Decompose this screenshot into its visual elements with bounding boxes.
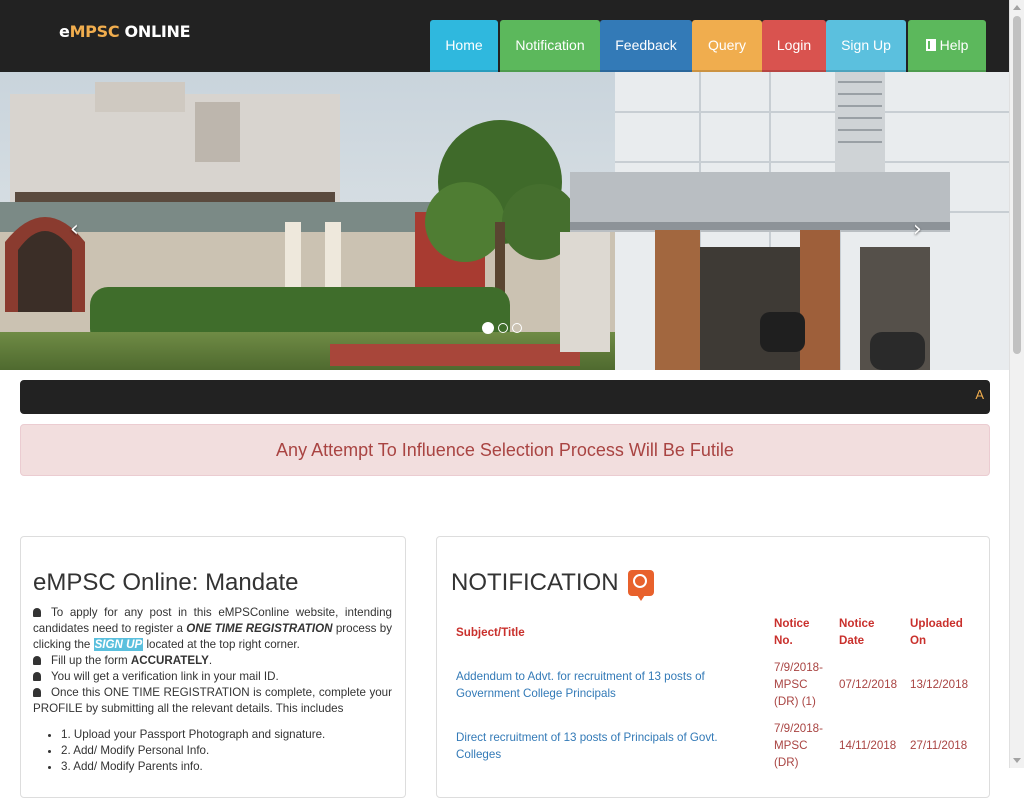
nav-notification-label: Notification xyxy=(515,37,585,53)
mandate-p3: You will get a verification link in your… xyxy=(51,670,279,683)
col-header-notice-date: Notice Date xyxy=(839,617,875,647)
notice-date-cell: 07/12/2018 xyxy=(839,678,898,691)
carousel-indicators xyxy=(482,322,522,334)
nav-feedback-label: Feedback xyxy=(615,37,677,53)
nav-query-label: Query xyxy=(707,37,747,53)
alert-text: Any Attempt To Influence Selection Proce… xyxy=(276,439,734,460)
table-header-row: Subject/Title Notice No. Notice Date Upl… xyxy=(450,610,976,654)
mandate-point-1: To apply for any post in this eMPSConlin… xyxy=(33,605,392,653)
mandate-body: To apply for any post in this eMPSConlin… xyxy=(33,605,392,775)
logo-online: ONLINE xyxy=(119,22,191,41)
mandate-p2-a: Fill up the form xyxy=(51,654,131,667)
col-header-notice-no: Notice No. xyxy=(774,617,810,647)
signup-highlight: SIGN UP xyxy=(93,638,144,651)
scroll-thumb[interactable] xyxy=(1013,16,1021,354)
mandate-p1-e: located at the top right corner. xyxy=(143,638,300,651)
mandate-p2-b: ACCURATELY xyxy=(130,654,209,667)
mandate-p2-c: . xyxy=(208,654,213,667)
nav-notification-button[interactable]: Notification xyxy=(500,20,600,72)
bell-icon xyxy=(33,688,41,697)
nav-login-button[interactable]: Login xyxy=(762,20,826,72)
list-item: 2. Add/ Modify Personal Info. xyxy=(61,743,392,759)
nav-feedback-button[interactable]: Feedback xyxy=(600,20,692,72)
notification-link[interactable]: Addendum to Advt. for recruitment of 13 … xyxy=(450,654,768,715)
mandate-point-4: Once this ONE TIME REGISTRATION is compl… xyxy=(33,685,392,717)
list-item: 1. Upload your Passport Photograph and s… xyxy=(61,727,392,743)
mandate-point-3: You will get a verification link in your… xyxy=(33,669,392,685)
notice-no-cell: 7/9/2018-MPSC (DR) xyxy=(774,722,823,769)
notification-table: Subject/Title Notice No. Notice Date Upl… xyxy=(450,610,976,776)
nav-signup-button[interactable]: Sign Up xyxy=(826,20,906,72)
col-header-subject: Subject/Title xyxy=(456,625,525,639)
marquee-text[interactable]: A xyxy=(975,387,984,402)
warning-alert: Any Attempt To Influence Selection Proce… xyxy=(20,424,990,476)
nav-signup-label: Sign Up xyxy=(841,37,891,53)
bell-icon xyxy=(33,608,41,617)
uploaded-on-cell: 27/11/2018 xyxy=(910,739,968,752)
table-row: Addendum to Advt. for recruitment of 13 … xyxy=(450,654,976,715)
notice-no-cell: 7/9/2018-MPSC (DR) (1) xyxy=(774,661,823,708)
image-carousel[interactable]: ‹ › xyxy=(0,72,1009,370)
page-scrollbar[interactable] xyxy=(1009,0,1024,768)
navbar: eMPSC ONLINE Home Notification Feedback … xyxy=(0,0,1009,72)
carousel-dot-3[interactable] xyxy=(512,323,522,333)
nav-home-button[interactable]: Home xyxy=(430,20,498,72)
carousel-dot-1[interactable] xyxy=(482,322,494,334)
nav-help-label: Help xyxy=(939,37,969,53)
nav-login-label: Login xyxy=(776,37,812,53)
notification-title: NOTIFICATION xyxy=(451,569,619,596)
bell-icon xyxy=(33,672,41,681)
nav-query-button[interactable]: Query xyxy=(692,20,762,72)
notification-panel: NOTIFICATION Subject/Title Notice No. No… xyxy=(436,536,990,798)
mandate-title: eMPSC Online: Mandate xyxy=(33,569,299,596)
mandate-p4: Once this ONE TIME REGISTRATION is compl… xyxy=(33,686,392,715)
carousel-prev-arrow[interactable]: ‹ xyxy=(70,217,79,242)
notice-date-cell: 14/11/2018 xyxy=(839,739,897,752)
mandate-p1-b: ONE TIME REGISTRATION xyxy=(186,622,333,635)
main-nav: Home Notification Feedback Query Login S… xyxy=(430,20,986,72)
book-icon xyxy=(925,39,936,51)
table-row: Direct recruitment of 13 posts of Princi… xyxy=(450,715,976,776)
carousel-dot-2[interactable] xyxy=(498,323,508,333)
logo-mpsc: MPSC xyxy=(69,22,120,41)
col-header-uploaded-on: Uploaded On xyxy=(910,617,963,647)
mandate-point-2: Fill up the form ACCURATELY. xyxy=(33,653,392,669)
globe-chat-icon xyxy=(627,570,654,601)
news-marquee: A xyxy=(20,380,990,414)
uploaded-on-cell: 13/12/2018 xyxy=(910,678,969,691)
scroll-up-arrow[interactable] xyxy=(1013,5,1021,10)
notification-heading: NOTIFICATION xyxy=(451,569,654,601)
list-item: 3. Add/ Modify Parents info. xyxy=(61,759,392,775)
scroll-down-arrow[interactable] xyxy=(1013,758,1021,763)
notification-link[interactable]: Direct recruitment of 13 posts of Princi… xyxy=(450,715,768,776)
nav-home-label: Home xyxy=(445,37,483,53)
nav-help-button[interactable]: Help xyxy=(908,20,986,72)
site-logo[interactable]: eMPSC ONLINE xyxy=(59,22,191,41)
logo-e: e xyxy=(59,22,70,41)
mandate-panel: eMPSC Online: Mandate To apply for any p… xyxy=(20,536,406,798)
carousel-next-arrow[interactable]: › xyxy=(913,217,922,242)
bell-icon xyxy=(33,656,41,665)
